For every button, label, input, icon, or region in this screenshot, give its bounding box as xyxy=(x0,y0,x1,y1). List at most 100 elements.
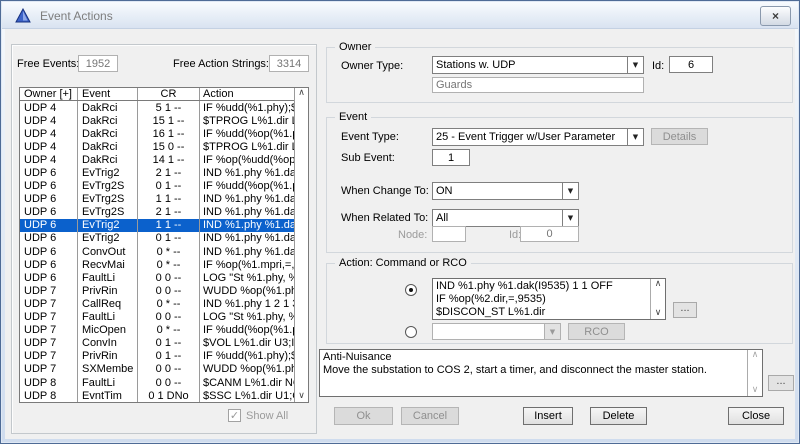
scroll-up-icon[interactable]: ∧ xyxy=(298,88,305,99)
scroll-up-icon[interactable]: ∧ xyxy=(752,350,759,361)
table-row[interactable]: UDP 6 EvTrg2S 0 1 -- IF %udd(%op(%1.pl xyxy=(20,179,294,193)
cancel-button: Cancel xyxy=(401,407,459,425)
table-row[interactable]: UDP 7 SXMembe 0 0 -- WUDD %op(%1.ph xyxy=(20,362,294,376)
table-row[interactable]: UDP 7 CallReq 0 * -- IND %1.phy 1 2 1 3 xyxy=(20,297,294,311)
table-row[interactable]: UDP 6 FaultLi 0 0 -- LOG "St %1.phy, % xyxy=(20,271,294,285)
table-row[interactable]: UDP 6 ConvOut 0 * -- IND %1.phy %1.da xyxy=(20,245,294,259)
table-cell: IF %udd(%1.phy);$l xyxy=(203,350,294,363)
table-cell: 0 1 -- xyxy=(138,231,200,246)
table-cell: FaultLi xyxy=(78,375,138,390)
table-row[interactable]: UDP 6 EvTrig2 2 1 -- IND %1.phy %1.da xyxy=(20,166,294,180)
table-cell: UDP 6 xyxy=(20,245,78,259)
table-row[interactable]: UDP 7 FaultLi 0 0 -- LOG "St %1.phy, % xyxy=(20,310,294,324)
table-cell: WUDD %op(%1.ph xyxy=(203,363,294,376)
event-type-select[interactable]: 25 - Event Trigger w/User Parameter ▼ xyxy=(432,128,644,146)
column-header-action[interactable]: Action xyxy=(200,88,294,100)
title-bar[interactable]: Event Actions × xyxy=(2,2,798,29)
owner-type-select[interactable]: Stations w. UDP ▼ xyxy=(432,56,644,74)
table-cell: 0 * -- xyxy=(138,297,200,311)
table-cell: UDP 8 xyxy=(20,375,78,390)
table-cell: DakRci xyxy=(78,127,138,141)
table-cell: UDP 6 xyxy=(20,231,78,246)
table-cell: 0 1 -- xyxy=(138,336,200,350)
show-all-label: Show All xyxy=(246,410,289,422)
table-cell: UDP 7 xyxy=(20,310,78,324)
when-related-select[interactable]: All ▼ xyxy=(432,209,579,227)
column-header-event[interactable]: Event xyxy=(78,88,138,100)
table-cell: ConvIn xyxy=(78,336,138,350)
free-events-value: 1952 xyxy=(78,55,118,72)
table-cell: UDP 8 xyxy=(20,389,78,402)
delete-button[interactable]: Delete xyxy=(590,407,647,425)
table-cell: FaultLi xyxy=(78,310,138,324)
table-row[interactable]: UDP 4 DakRci 14 1 -- IF %op(%udd(%op( xyxy=(20,153,294,167)
anti-nuisance-textarea[interactable]: Anti-Nuisance Move the substation to COS… xyxy=(319,349,763,397)
table-cell: RecvMai xyxy=(78,258,138,272)
table-cell: 16 1 -- xyxy=(138,127,200,141)
table-cell: 0 1 DNo xyxy=(138,389,200,402)
table-cell: SXMembe xyxy=(78,362,138,376)
table-cell: 0 * -- xyxy=(138,323,200,337)
chevron-down-icon[interactable]: ▼ xyxy=(627,57,643,73)
sub-event-field[interactable]: 1 xyxy=(432,149,470,166)
table-cell: IF %op(%1.mpri,=,4 xyxy=(203,258,294,271)
chevron-down-icon[interactable]: ▼ xyxy=(627,129,643,145)
owner-id-label: Id: xyxy=(652,60,665,72)
close-icon[interactable]: × xyxy=(760,6,791,26)
command-radio[interactable] xyxy=(405,284,417,296)
table-row[interactable]: UDP 6 EvTrg2S 1 1 -- IND %1.phy %1.da xyxy=(20,192,294,206)
window-title: Event Actions xyxy=(40,9,113,23)
chevron-down-icon[interactable]: ▼ xyxy=(562,210,578,226)
rco-select: ▼ xyxy=(432,323,561,340)
table-scrollbar[interactable]: ∧ ∨ xyxy=(294,88,308,402)
show-all-checkbox: ✓ xyxy=(228,409,241,422)
event-actions-dialog: Event Actions × Free Events: 1952 Free A… xyxy=(0,0,800,444)
table-row[interactable]: UDP 6 EvTrg2S 2 1 -- IND %1.phy %1.da xyxy=(20,205,294,219)
rco-radio[interactable] xyxy=(405,326,417,338)
scroll-down-icon[interactable]: ∨ xyxy=(752,385,759,396)
insert-button[interactable]: Insert xyxy=(523,407,573,425)
node-id-field: 0 xyxy=(520,226,579,242)
scroll-up-icon[interactable]: ∧ xyxy=(655,279,662,290)
when-change-select[interactable]: ON ▼ xyxy=(432,182,579,200)
scroll-down-icon[interactable]: ∨ xyxy=(655,308,662,319)
table-cell: UDP 4 xyxy=(20,114,78,128)
table-cell: WUDD %op(%1.ph xyxy=(203,284,294,297)
table-row[interactable]: UDP 4 DakRci 15 1 -- $TPROG L%1.dir L xyxy=(20,114,294,128)
table-cell: LOG "St %1.phy, % xyxy=(203,271,294,284)
scroll-down-icon[interactable]: ∨ xyxy=(298,391,305,402)
table-row[interactable]: UDP 6 EvTrig2 1 1 -- IND %1.phy %1.da xyxy=(20,218,294,232)
table-cell: EvTrg2S xyxy=(78,205,138,219)
chevron-down-icon[interactable]: ▼ xyxy=(562,183,578,199)
table-cell: DakRci xyxy=(78,114,138,128)
table-cell: $CANM L%1.dir NO xyxy=(203,376,294,389)
column-header-cr[interactable]: CR xyxy=(138,88,200,100)
command-scrollbar[interactable]: ∧ ∨ xyxy=(650,279,665,319)
table-row[interactable]: UDP 8 EvntTim 0 1 DNo $SSC L%1.dir U1;C xyxy=(20,389,294,402)
table-row[interactable]: UDP 6 RecvMai 0 * -- IF %op(%1.mpri,=,4 xyxy=(20,258,294,272)
table-cell: IND %1.phy %1.da xyxy=(203,193,294,206)
anti-nuisance-browse-button[interactable]: ... xyxy=(768,375,794,391)
table-row[interactable]: UDP 4 DakRci 15 0 -- $TPROG L%1.dir L xyxy=(20,140,294,154)
command-textarea[interactable]: IND %1.phy %1.dak(I9535) 1 1 OFF IF %op(… xyxy=(432,278,666,320)
table-row[interactable]: UDP 4 DakRci 5 1 -- IF %udd(%1.phy);$ xyxy=(20,101,294,115)
close-button[interactable]: Close xyxy=(728,407,784,425)
table-row[interactable]: UDP 8 FaultLi 0 0 -- $CANM L%1.dir NO xyxy=(20,375,294,390)
owner-id-field[interactable]: 6 xyxy=(669,56,713,73)
details-button: Details xyxy=(651,128,708,145)
table-cell: 0 0 -- xyxy=(138,271,200,285)
table-row[interactable]: UDP 6 EvTrig2 0 1 -- IND %1.phy %1.da xyxy=(20,231,294,246)
table-cell: EvTrig2 xyxy=(78,231,138,246)
table-row[interactable]: UDP 7 PrivRin 0 0 -- WUDD %op(%1.ph xyxy=(20,284,294,298)
table-cell: 2 1 -- xyxy=(138,166,200,180)
command-browse-button[interactable]: ... xyxy=(673,302,697,318)
column-header-owner[interactable]: Owner [+] xyxy=(20,88,78,100)
table-row[interactable]: UDP 7 ConvIn 0 1 -- $VOL L%1.dir U3;II xyxy=(20,336,294,350)
table-row[interactable]: UDP 7 MicOpen 0 * -- IF %udd(%op(%1.pl xyxy=(20,323,294,337)
table-cell: 0 1 -- xyxy=(138,179,200,193)
rco-button: RCO xyxy=(568,323,625,340)
table-cell: DakRci xyxy=(78,101,138,115)
table-row[interactable]: UDP 7 PrivRin 0 1 -- IF %udd(%1.phy);$l xyxy=(20,349,294,363)
anti-nuisance-scrollbar[interactable]: ∧ ∨ xyxy=(747,350,762,396)
table-row[interactable]: UDP 4 DakRci 16 1 -- IF %udd(%op(%1.pl xyxy=(20,127,294,141)
